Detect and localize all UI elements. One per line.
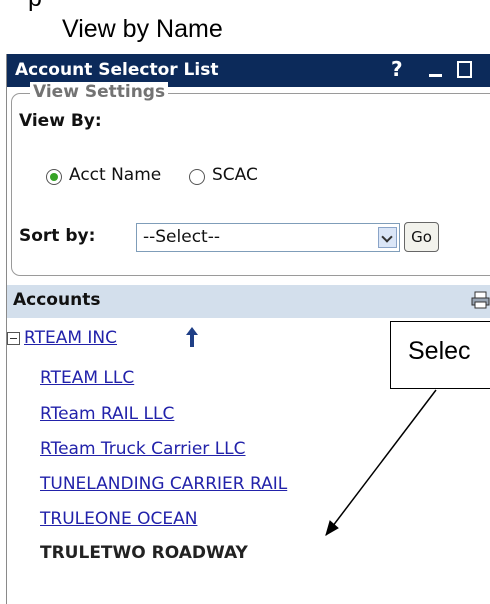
callout-text: Selec — [408, 337, 471, 365]
account-item[interactable]: RTEAM INC — [24, 328, 117, 348]
account-item[interactable]: TUNELANDING CARRIER RAIL — [40, 474, 287, 494]
panel-title: Account Selector List — [15, 60, 219, 80]
sort-by-select-value: --Select-- — [143, 227, 220, 247]
radio-acct-name[interactable] — [46, 169, 62, 185]
accounts-header: Accounts — [7, 285, 490, 318]
chevron-down-icon[interactable] — [378, 227, 397, 248]
help-icon[interactable]: ? — [391, 57, 403, 81]
printer-icon[interactable] — [471, 291, 490, 309]
maximize-icon[interactable] — [457, 61, 472, 78]
account-item[interactable]: RTEAM LLC — [40, 368, 134, 388]
sort-by-select[interactable]: --Select-- — [136, 223, 400, 252]
account-item[interactable]: TRULEONE OCEAN — [40, 509, 197, 529]
caption-line-1: p — [28, 0, 42, 13]
sort-by-label: Sort by: — [19, 226, 96, 246]
radio-scac[interactable] — [189, 169, 205, 185]
up-arrow-icon[interactable] — [184, 326, 200, 348]
caption-line-2: View by Name — [62, 15, 223, 43]
collapse-icon[interactable] — [7, 332, 20, 345]
go-button[interactable]: Go — [404, 222, 439, 252]
callout-box: Selec — [390, 321, 490, 389]
account-item[interactable]: RTeam RAIL LLC — [40, 404, 174, 424]
accounts-title: Accounts — [13, 290, 101, 310]
minimize-icon[interactable] — [429, 74, 442, 77]
view-settings-legend: View Settings — [30, 82, 169, 102]
radio-scac-label[interactable]: SCAC — [212, 165, 258, 185]
view-settings-fieldset: View Settings View By: Acct Name SCAC So… — [11, 82, 490, 276]
view-by-label: View By: — [19, 111, 102, 131]
account-item[interactable]: RTeam Truck Carrier LLC — [40, 439, 246, 459]
radio-acct-name-label[interactable]: Acct Name — [69, 165, 161, 185]
account-item-selected: TRULETWO ROADWAY — [40, 543, 248, 563]
